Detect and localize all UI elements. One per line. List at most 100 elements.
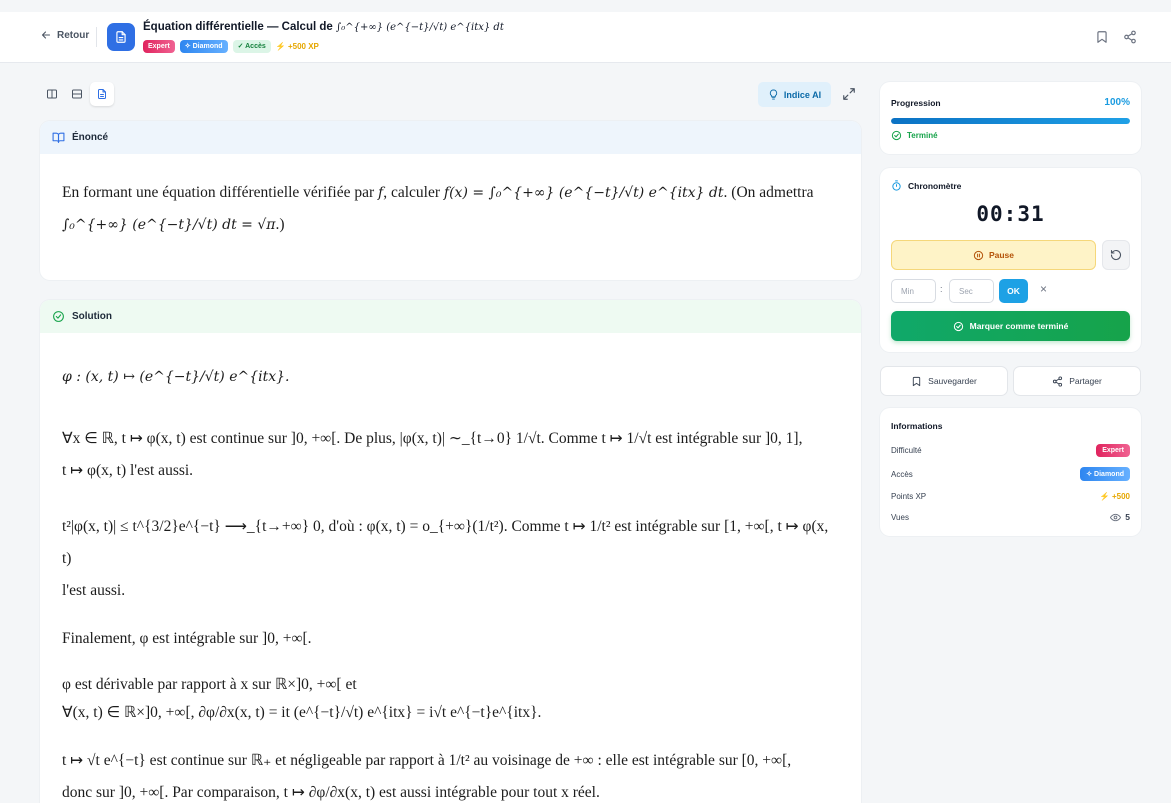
info-label: Accès	[891, 469, 913, 479]
info-row-difficulty: Difficulté Expert	[891, 441, 1130, 459]
check-circle-icon	[53, 311, 64, 322]
save-button[interactable]: Sauvegarder	[880, 366, 1008, 396]
solution-heading: Solution	[72, 311, 112, 322]
pause-label: Pause	[988, 250, 1015, 260]
progress-fill	[891, 118, 1130, 124]
diamond-badge: ✧ Diamond	[179, 40, 228, 53]
timer-card: Chronomètre 00:31 Pause Min : Sec OK × M…	[880, 168, 1141, 352]
xp-value: ⚡ +500	[1099, 491, 1130, 501]
xp-badge-label: +500 XP	[287, 42, 319, 51]
share-icon[interactable]	[1123, 30, 1137, 44]
enonce-text-part: En formant une équation différentielle v…	[62, 184, 375, 201]
clear-button[interactable]: ×	[1040, 282, 1047, 296]
enonce-header: Énoncé	[40, 121, 861, 154]
timer-display: 00:31	[976, 202, 1045, 226]
info-heading: Informations	[891, 421, 943, 431]
info-card: Informations Difficulté Expert Accès ✧ D…	[880, 408, 1141, 536]
pause-circle-icon	[973, 250, 984, 260]
minutes-placeholder: Min	[901, 286, 914, 296]
seconds-input[interactable]: Sec	[949, 279, 994, 303]
info-label: Vues	[891, 512, 909, 522]
back-label: Retour	[57, 29, 90, 41]
rotate-ccw-icon	[1110, 249, 1122, 261]
arrow-left-icon	[41, 31, 51, 39]
ok-button[interactable]: OK	[999, 279, 1028, 303]
enonce-card: Énoncé En formant une équation différent…	[40, 121, 861, 280]
solution-paragraph-2b: t ↦ φ(x, t) l'est aussi.	[62, 462, 194, 479]
page-title-math: ∫₀^{+∞} (e^{−t}/√t) e^{itx} dt	[335, 22, 504, 33]
back-button[interactable]: Retour	[40, 29, 89, 41]
reset-button[interactable]	[1102, 240, 1130, 270]
timer-header: Chronomètre	[891, 180, 961, 191]
rows-icon	[72, 89, 82, 99]
mark-complete-label: Marquer comme terminé	[969, 321, 1069, 331]
solution-body: φ : (x, t) ↦ (e^{−t}/√t) e^{itx}. ∀x ∈ ℝ…	[40, 333, 861, 803]
xp-value-label: +500	[1111, 491, 1130, 501]
minutes-input[interactable]: Min	[891, 279, 936, 303]
save-label: Sauvegarder	[928, 376, 977, 386]
progress-label: Progression	[891, 98, 941, 108]
view-toolbar: Indice AI	[40, 82, 861, 108]
enonce-body: En formant une équation différentielle v…	[40, 154, 861, 241]
page-title-text: Équation différentielle — Calcul de	[143, 21, 333, 33]
difficulty-badge: Expert	[1096, 443, 1130, 457]
solution-header: Solution	[40, 300, 861, 333]
share-label: Partager	[1069, 376, 1102, 386]
solution-paragraph-3a: t²|φ(x, t)| ≤ t^{3/2}e^{−t} ⟶_{t→+∞} 0, …	[62, 518, 829, 567]
views-value: 5	[1110, 512, 1130, 523]
solution-card: Solution φ : (x, t) ↦ (e^{−t}/√t) e^{itx…	[40, 300, 861, 803]
share-button[interactable]: Partager	[1013, 366, 1141, 396]
top-bar: Retour Équation différentielle — Calcul …	[0, 12, 1171, 63]
acces-badge-label: Accès	[245, 43, 266, 50]
pause-button[interactable]: Pause	[891, 240, 1096, 270]
book-icon	[52, 132, 65, 143]
document-tile	[107, 23, 135, 51]
document-icon	[98, 89, 106, 99]
page-title: Équation différentielle — Calcul de ∫₀^{…	[143, 21, 504, 33]
enonce-text: En formant une équation différentielle v…	[62, 177, 839, 241]
progress-bar	[891, 118, 1130, 124]
ai-hint-button[interactable]: Indice AI	[758, 82, 831, 107]
views-count: 5	[1125, 512, 1130, 522]
info-row-views: Vues 5	[891, 508, 1130, 526]
progress-percent: 100%	[1104, 97, 1130, 108]
bookmark-icon[interactable]	[1095, 30, 1109, 44]
info-label: Difficulté	[891, 445, 922, 455]
seconds-placeholder: Sec	[959, 286, 973, 296]
solution-paragraph-4: Finalement, φ est intégrable sur ]0, +∞[…	[62, 630, 312, 647]
enonce-text-part: , calculer	[383, 184, 441, 201]
enonce-text-part: .)	[275, 216, 285, 233]
check-circle-icon	[891, 130, 902, 141]
enonce-text-part: . (On admettra	[723, 184, 814, 201]
info-row-access: Accès ✧ Diamond	[891, 465, 1130, 483]
access-badge-label: Diamond	[1094, 471, 1124, 478]
document-icon	[116, 31, 126, 43]
enonce-math-fx: f(x) = ∫₀^{+∞} (e^{−t}/√t) e^{itx} dt	[443, 185, 724, 201]
split-horizontal-button[interactable]	[65, 82, 89, 106]
ai-hint-label: Indice AI	[783, 89, 822, 100]
solution-paragraph-2a: ∀x ∈ ℝ, t ↦ φ(x, t) est continue sur ]0,…	[62, 430, 803, 447]
split-vertical-button[interactable]	[40, 82, 64, 106]
enonce-math-admit: ∫₀^{+∞} (e^{−t}/√t) dt = √π	[62, 217, 276, 233]
header-badges: Expert ✧ Diamond ✓ Accès ⚡ +500 XP	[143, 40, 319, 53]
solution-paragraph-6a: t ↦ √t e^{−t} est continue sur ℝ₊ et nég…	[62, 752, 792, 769]
lightbulb-icon	[769, 89, 778, 100]
bookmark-icon	[912, 376, 921, 386]
timer-label: Chronomètre	[908, 180, 962, 191]
solution-paragraph-3b: l'est aussi.	[62, 582, 126, 599]
time-separator: :	[940, 284, 943, 294]
stopwatch-icon	[892, 180, 901, 191]
document-view-button[interactable]	[90, 82, 114, 106]
info-label: Points XP	[891, 491, 927, 501]
solution-paragraph-1: φ : (x, t) ↦ (e^{−t}/√t) e^{itx}.	[62, 369, 290, 385]
acces-badge: ✓ Accès	[232, 40, 271, 53]
mark-complete-button[interactable]: Marquer comme terminé	[891, 311, 1130, 341]
enonce-heading: Énoncé	[72, 132, 109, 143]
share-icon	[1053, 375, 1063, 387]
expand-icon[interactable]	[842, 87, 856, 101]
progress-card: Progression 100% Terminé	[880, 82, 1141, 154]
expert-badge: Expert	[143, 40, 175, 53]
xp-badge: ⚡ +500 XP	[275, 42, 319, 51]
solution-paragraph-5a: φ est dérivable par rapport à x sur ℝ×]0…	[62, 676, 357, 693]
progress-status-label: Terminé	[907, 131, 938, 140]
